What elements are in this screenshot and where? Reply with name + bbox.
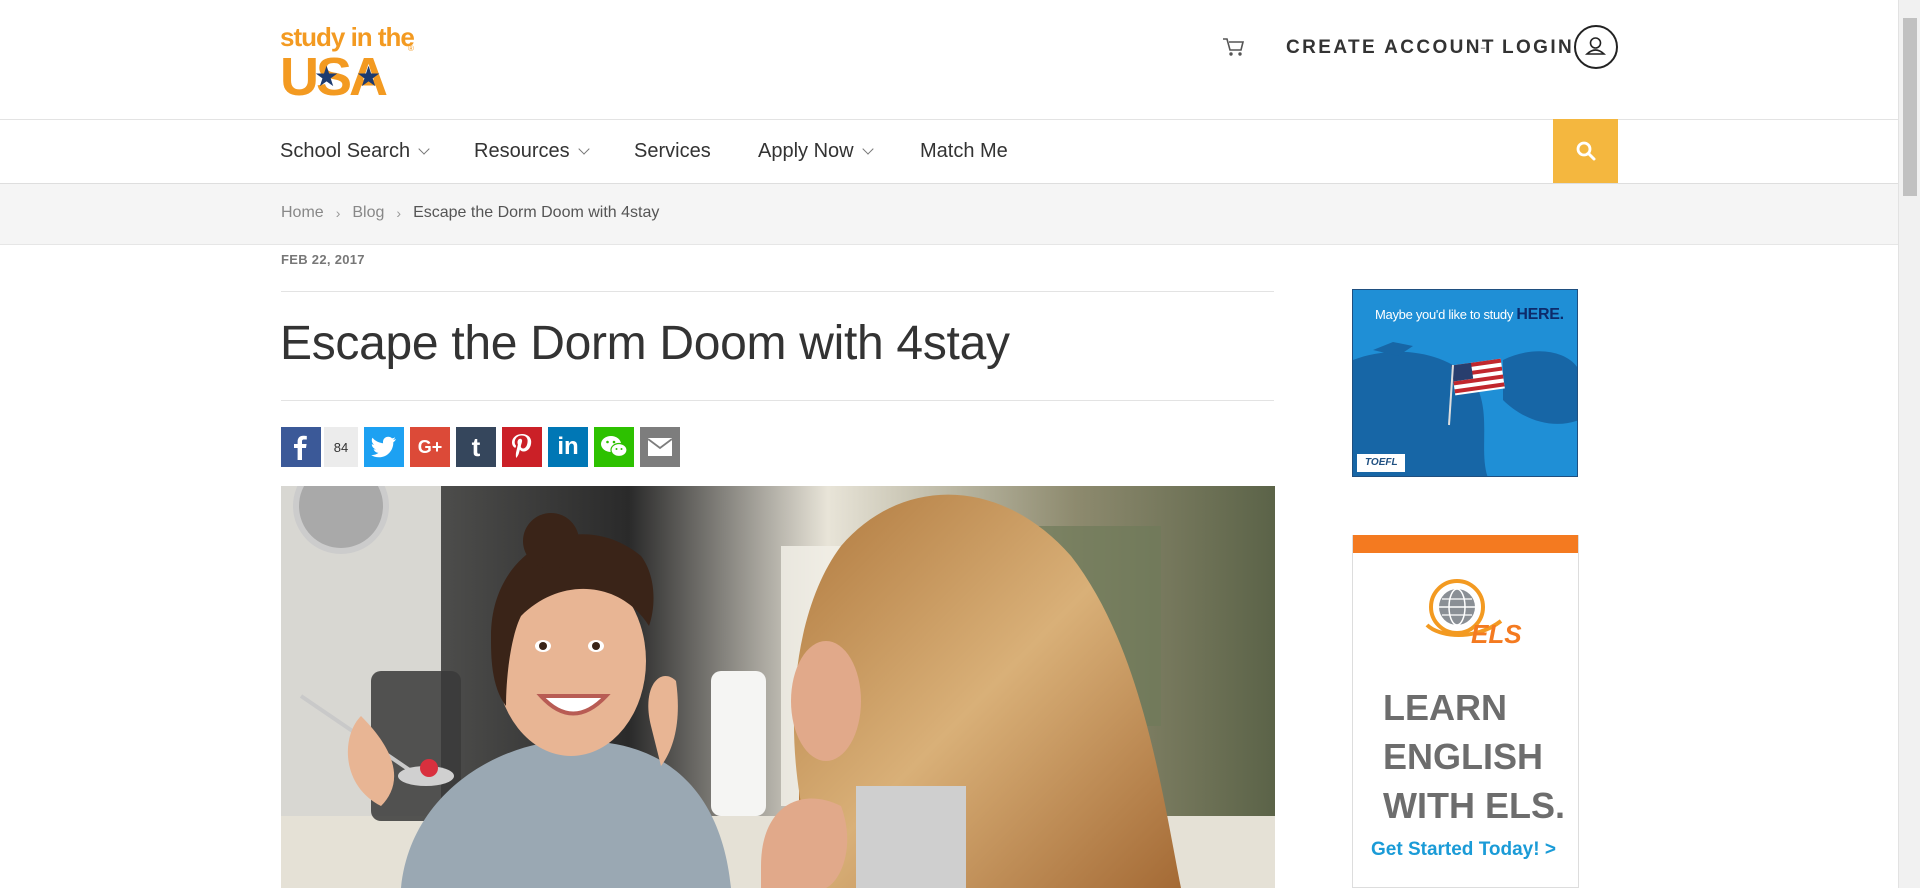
els-ad-line3: WITH ELS. [1383,785,1565,826]
breadcrumb-blog[interactable]: Blog [352,204,384,222]
nav-item-label: Resources [474,140,570,162]
nav-item-label: Apply Now [758,140,854,162]
chevron-down-icon [418,143,430,155]
wechat-share-button[interactable] [594,427,634,467]
scrollbar-thumb[interactable] [1903,18,1917,196]
search-button[interactable] [1553,119,1618,183]
article-hero-image [281,486,1275,888]
breadcrumb-separator: › [335,205,341,221]
els-ad-line1: LEARN [1383,687,1507,728]
linkedin-share-button[interactable]: in [548,427,588,467]
article-date: FEB 22, 2017 [281,252,365,267]
pinterest-share-button[interactable] [502,427,542,467]
divider [281,291,1274,292]
article-title: Escape the Dorm Doom with 4stay [280,317,1010,370]
facebook-share-button[interactable] [281,427,321,467]
logo-star-icon: ★ [356,61,382,92]
logo-star-icon: ★ [314,61,340,92]
divider [281,400,1274,401]
nav-item-resources[interactable]: Resources [474,140,590,163]
els-ad-line2: ENGLISH [1383,736,1544,777]
chevron-down-icon [861,143,874,155]
tumblr-icon: t [471,431,481,462]
els-ad-top-bar [1353,535,1578,553]
google-plus-share-button[interactable]: G+ [410,427,450,467]
twitter-share-button[interactable] [364,427,404,467]
user-icon[interactable] [1574,25,1618,69]
els-ad-headline: LEARN ENGLISH WITH ELS. [1383,683,1565,830]
email-share-button[interactable] [640,427,680,467]
page-scrollbar[interactable] [1898,0,1920,888]
share-bar: 84 G+ t in [281,427,680,467]
toefl-ad[interactable]: Maybe you'd like to study HERE. TOEFL [1352,289,1578,477]
cart-icon[interactable] [1222,36,1246,58]
twitter-icon [371,436,396,458]
nav-item-label: Match Me [920,140,1008,162]
nav-item-services[interactable]: Services [634,140,711,163]
tumblr-share-button[interactable]: t [456,427,496,467]
pinterest-icon [512,434,532,458]
nav-item-label: School Search [280,140,411,162]
header-separator: - [1480,37,1486,57]
facebook-share-count: 84 [324,427,358,467]
wechat-icon [601,436,628,458]
breadcrumb-bar: Home › Blog › Escape the Dorm Doom with … [0,183,1898,245]
els-ad-cta[interactable]: Get Started Today! > [1371,839,1556,861]
google-plus-icon: G+ [417,436,443,457]
email-icon [647,438,673,456]
toefl-ad-tagline: Maybe you'd like to study [1375,307,1514,322]
breadcrumb-current: Escape the Dorm Doom with 4stay [413,204,660,221]
nav-item-apply-now[interactable]: Apply Now [758,140,874,163]
toefl-ad-brand: TOEFL [1365,457,1398,468]
chevron-down-icon [577,143,590,155]
els-ad-brand: ELS [1471,619,1522,649]
breadcrumb: Home › Blog › Escape the Dorm Doom with … [281,204,659,222]
nav-item-label: Services [634,140,711,162]
site-logo[interactable]: study in the USA ★ ★ ® [280,22,420,104]
site-header: study in the USA ★ ★ ® CREATE ACCOUNT - … [0,0,1898,120]
els-ad[interactable]: ELS LEARN ENGLISH WITH ELS. Get Started … [1352,535,1579,888]
nav-item-school-search[interactable]: School Search [280,140,430,163]
login-link[interactable]: LOGIN [1502,37,1574,59]
logo-registered-mark: ® [408,44,414,53]
breadcrumb-separator: › [396,205,402,221]
breadcrumb-home[interactable]: Home [281,204,324,222]
toefl-ad-tagline-wrap: Maybe you'd like to study HERE. [1375,306,1564,324]
toefl-ad-emphasis: HERE. [1516,306,1564,323]
create-account-link[interactable]: CREATE ACCOUNT [1286,37,1496,59]
linkedin-icon: in [557,433,579,460]
facebook-icon [294,435,307,460]
search-icon [1576,141,1595,161]
nav-item-match-me[interactable]: Match Me [920,140,1008,163]
hero-photo [281,486,1275,888]
